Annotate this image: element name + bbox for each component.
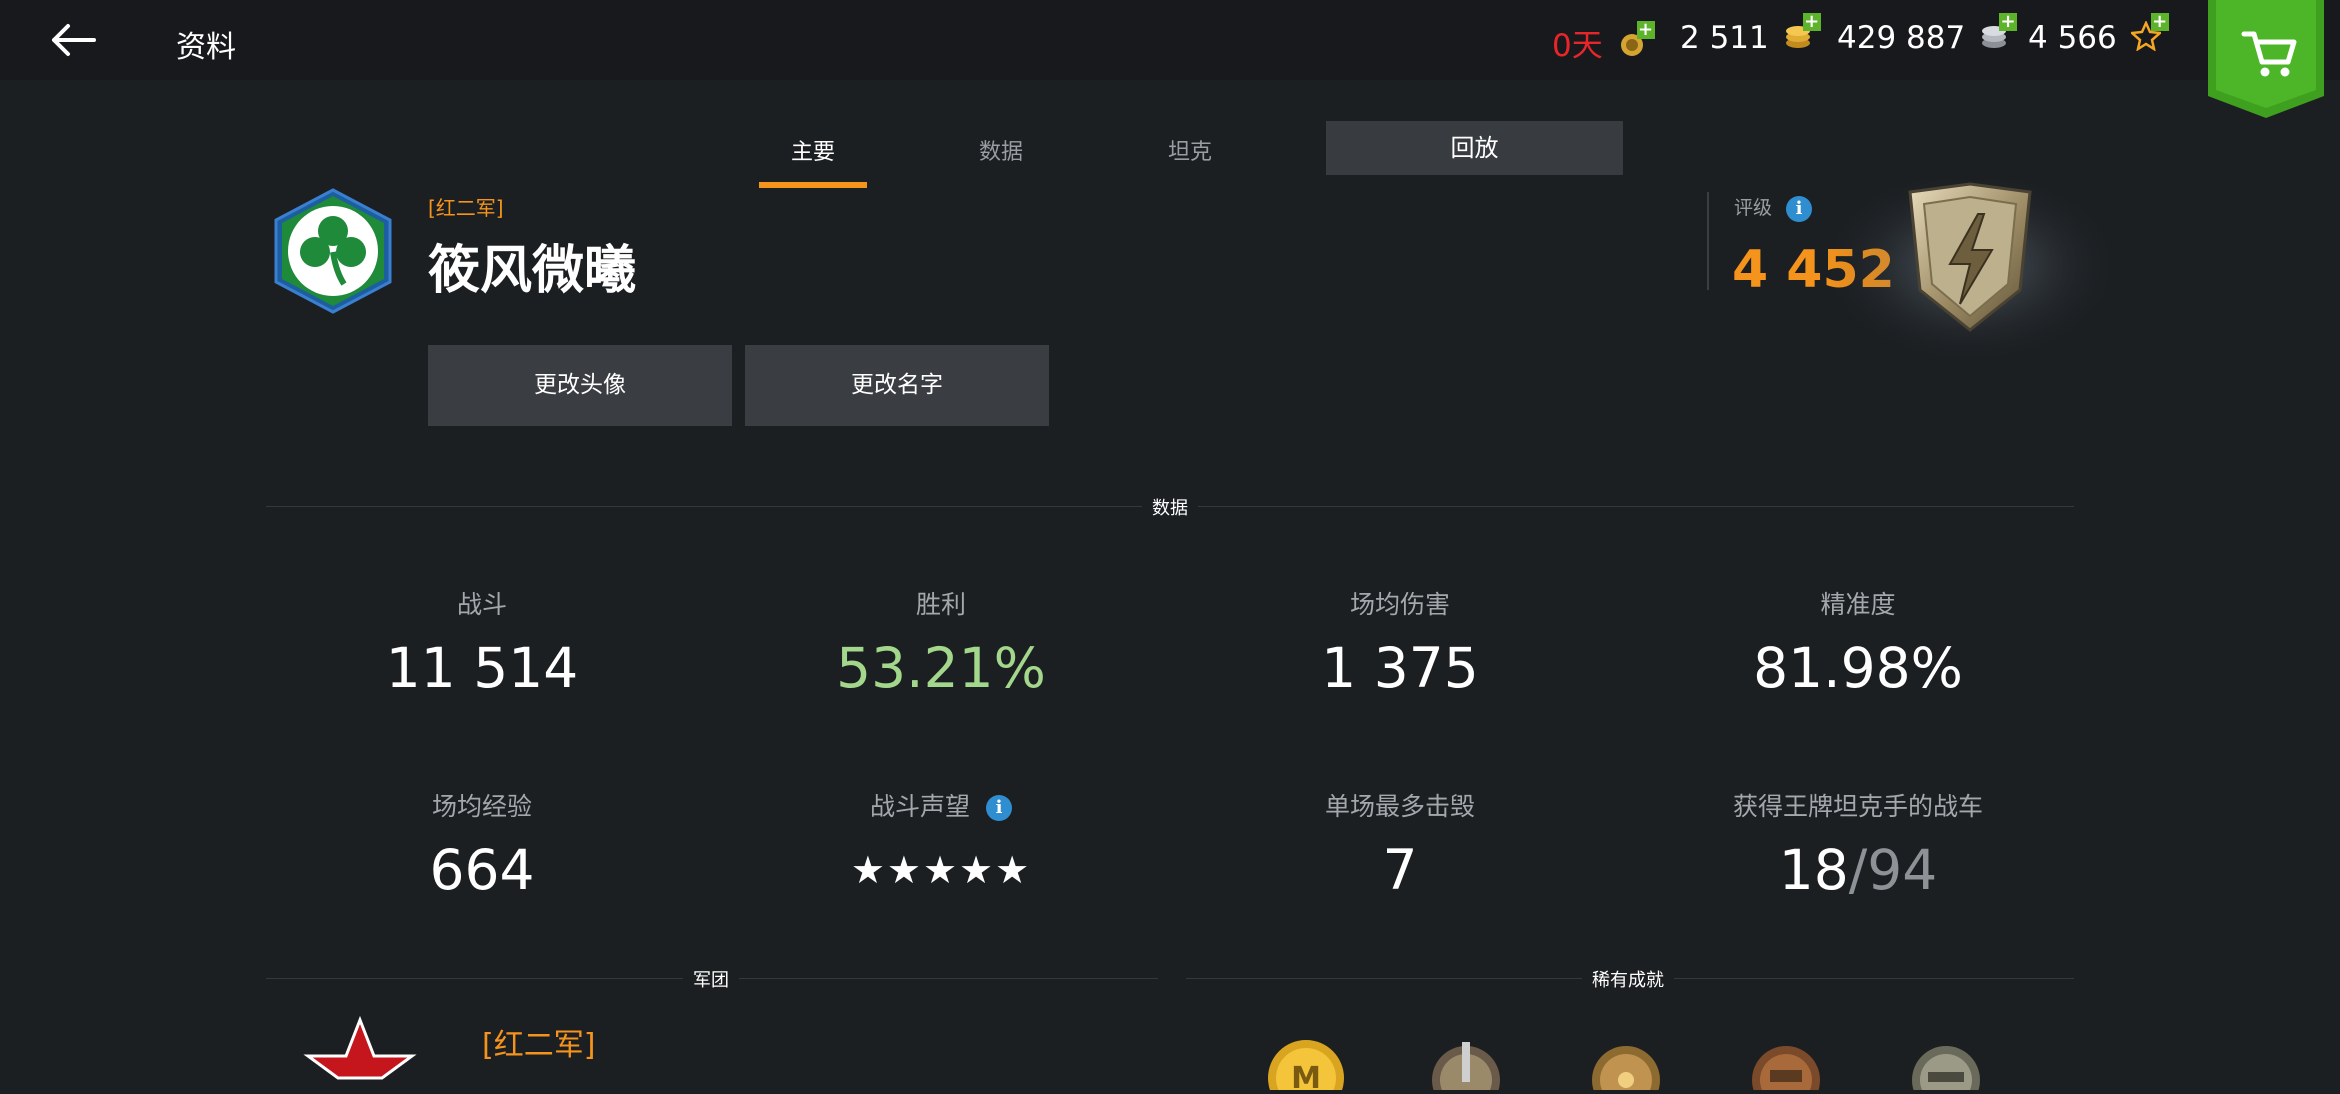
stat-avg-damage: 场均伤害 1 375 [1190, 588, 1610, 698]
svg-text:M: M [1291, 1061, 1321, 1090]
stat-label: 精准度 [1820, 590, 1896, 619]
rating-shield-icon [1820, 175, 2120, 380]
clan-section-label: 军团 [683, 966, 739, 992]
credits-counter[interactable]: 429 887 + [1837, 12, 2018, 59]
star-xp-icon: + [2128, 12, 2169, 59]
achievement-medal-icon[interactable] [1416, 1030, 1516, 1094]
clan-tag[interactable]: [红二军] [428, 192, 504, 221]
stat-label: 场均经验 [431, 792, 532, 821]
tab-tanks[interactable]: 坦克 [1135, 134, 1245, 166]
stat-value: 7 [1382, 838, 1418, 902]
add-premium-icon: + [1636, 18, 1655, 40]
mastery-count: 18 [1778, 838, 1849, 902]
add-gold-icon: + [1802, 10, 1821, 32]
premium-icon: + [1617, 20, 1655, 67]
stat-value: 81.98% [1753, 636, 1963, 700]
stat-label: 战斗声望 [870, 792, 971, 821]
tab-data[interactable]: 数据 [946, 134, 1056, 166]
change-name-button[interactable]: 更改名字 [745, 345, 1049, 426]
mastery-badge-icon[interactable]: M [1256, 1030, 1356, 1094]
free-xp-counter[interactable]: 4 566 + [2028, 12, 2169, 59]
replay-button[interactable]: 回放 [1326, 121, 1623, 175]
stat-label: 获得王牌坦克手的战车 [1732, 792, 1983, 821]
achievement-medal-icon[interactable] [1576, 1030, 1676, 1094]
stat-label: 单场最多击毁 [1324, 792, 1475, 821]
stat-mastery: 获得王牌坦克手的战车 18/94 [1648, 790, 2068, 900]
stat-label: 场均伤害 [1349, 590, 1450, 619]
mastery-separator: / [1848, 838, 1868, 902]
stat-wins: 胜利 53.21% [731, 588, 1151, 698]
top-bar: 资料 0天 + 2 511 + 429 887 + 4 566 + [0, 0, 2340, 80]
stat-battles: 战斗 11 514 [272, 588, 692, 698]
change-avatar-button[interactable]: 更改头像 [428, 345, 732, 426]
stat-value: 11 514 [385, 636, 579, 700]
stat-avg-xp: 场均经验 664 [272, 790, 692, 900]
add-credits-icon: + [1999, 10, 2018, 32]
rating-label-group: 评级 i [1734, 193, 1813, 222]
stat-value: 1 375 [1321, 636, 1479, 700]
gold-value: 2 511 [1680, 20, 1769, 56]
clan-name[interactable]: [红二军] [482, 1020, 595, 1064]
page-title: 资料 [176, 30, 236, 65]
reputation-stars: ★★★★★ [850, 848, 1032, 892]
rating-info-icon[interactable]: i [1786, 195, 1813, 222]
achievements-section-label: 稀有成就 [1582, 966, 1674, 992]
gold-counter[interactable]: 2 511 + [1680, 12, 1821, 59]
silver-coins-icon: + [1979, 12, 2018, 59]
shop-cart-button[interactable] [2208, 0, 2324, 118]
add-xp-icon: + [2150, 10, 2169, 32]
stats-section-label: 数据 [1142, 494, 1198, 520]
stat-reputation: 战斗声望 i ★★★★★ [731, 790, 1151, 896]
stat-max-kills: 单场最多击毁 7 [1190, 790, 1610, 900]
rating-divider [1707, 192, 1709, 290]
mastery-total: 94 [1867, 838, 1938, 902]
credits-value: 429 887 [1837, 20, 1966, 56]
stat-value: 53.21% [836, 636, 1046, 700]
clan-star-emblem-icon[interactable] [290, 1015, 430, 1086]
active-tab-indicator [759, 182, 867, 188]
premium-days-value: 0天 [1552, 28, 1603, 64]
achievement-medal-icon[interactable] [1896, 1030, 1996, 1094]
reputation-info-icon[interactable]: i [985, 795, 1012, 821]
stat-value-group: 18/94 [1648, 840, 2068, 900]
stat-value: 664 [429, 838, 535, 902]
stat-label: 胜利 [915, 590, 966, 619]
player-avatar [270, 186, 396, 316]
tab-main[interactable]: 主要 [758, 134, 868, 166]
achievement-medal-icon[interactable] [1736, 1030, 1836, 1094]
rating-label: 评级 [1734, 197, 1773, 219]
stat-label: 战斗 [456, 590, 507, 619]
free-xp-value: 4 566 [2028, 20, 2117, 56]
premium-days-counter[interactable]: 0天 + [1552, 20, 1655, 67]
stat-label-group: 战斗声望 i [731, 790, 1151, 824]
back-arrow-icon[interactable] [50, 18, 100, 62]
stat-accuracy: 精准度 81.98% [1648, 588, 2068, 698]
gold-coins-icon: + [1783, 12, 1821, 59]
player-name: 筱风微曦 [428, 241, 637, 301]
